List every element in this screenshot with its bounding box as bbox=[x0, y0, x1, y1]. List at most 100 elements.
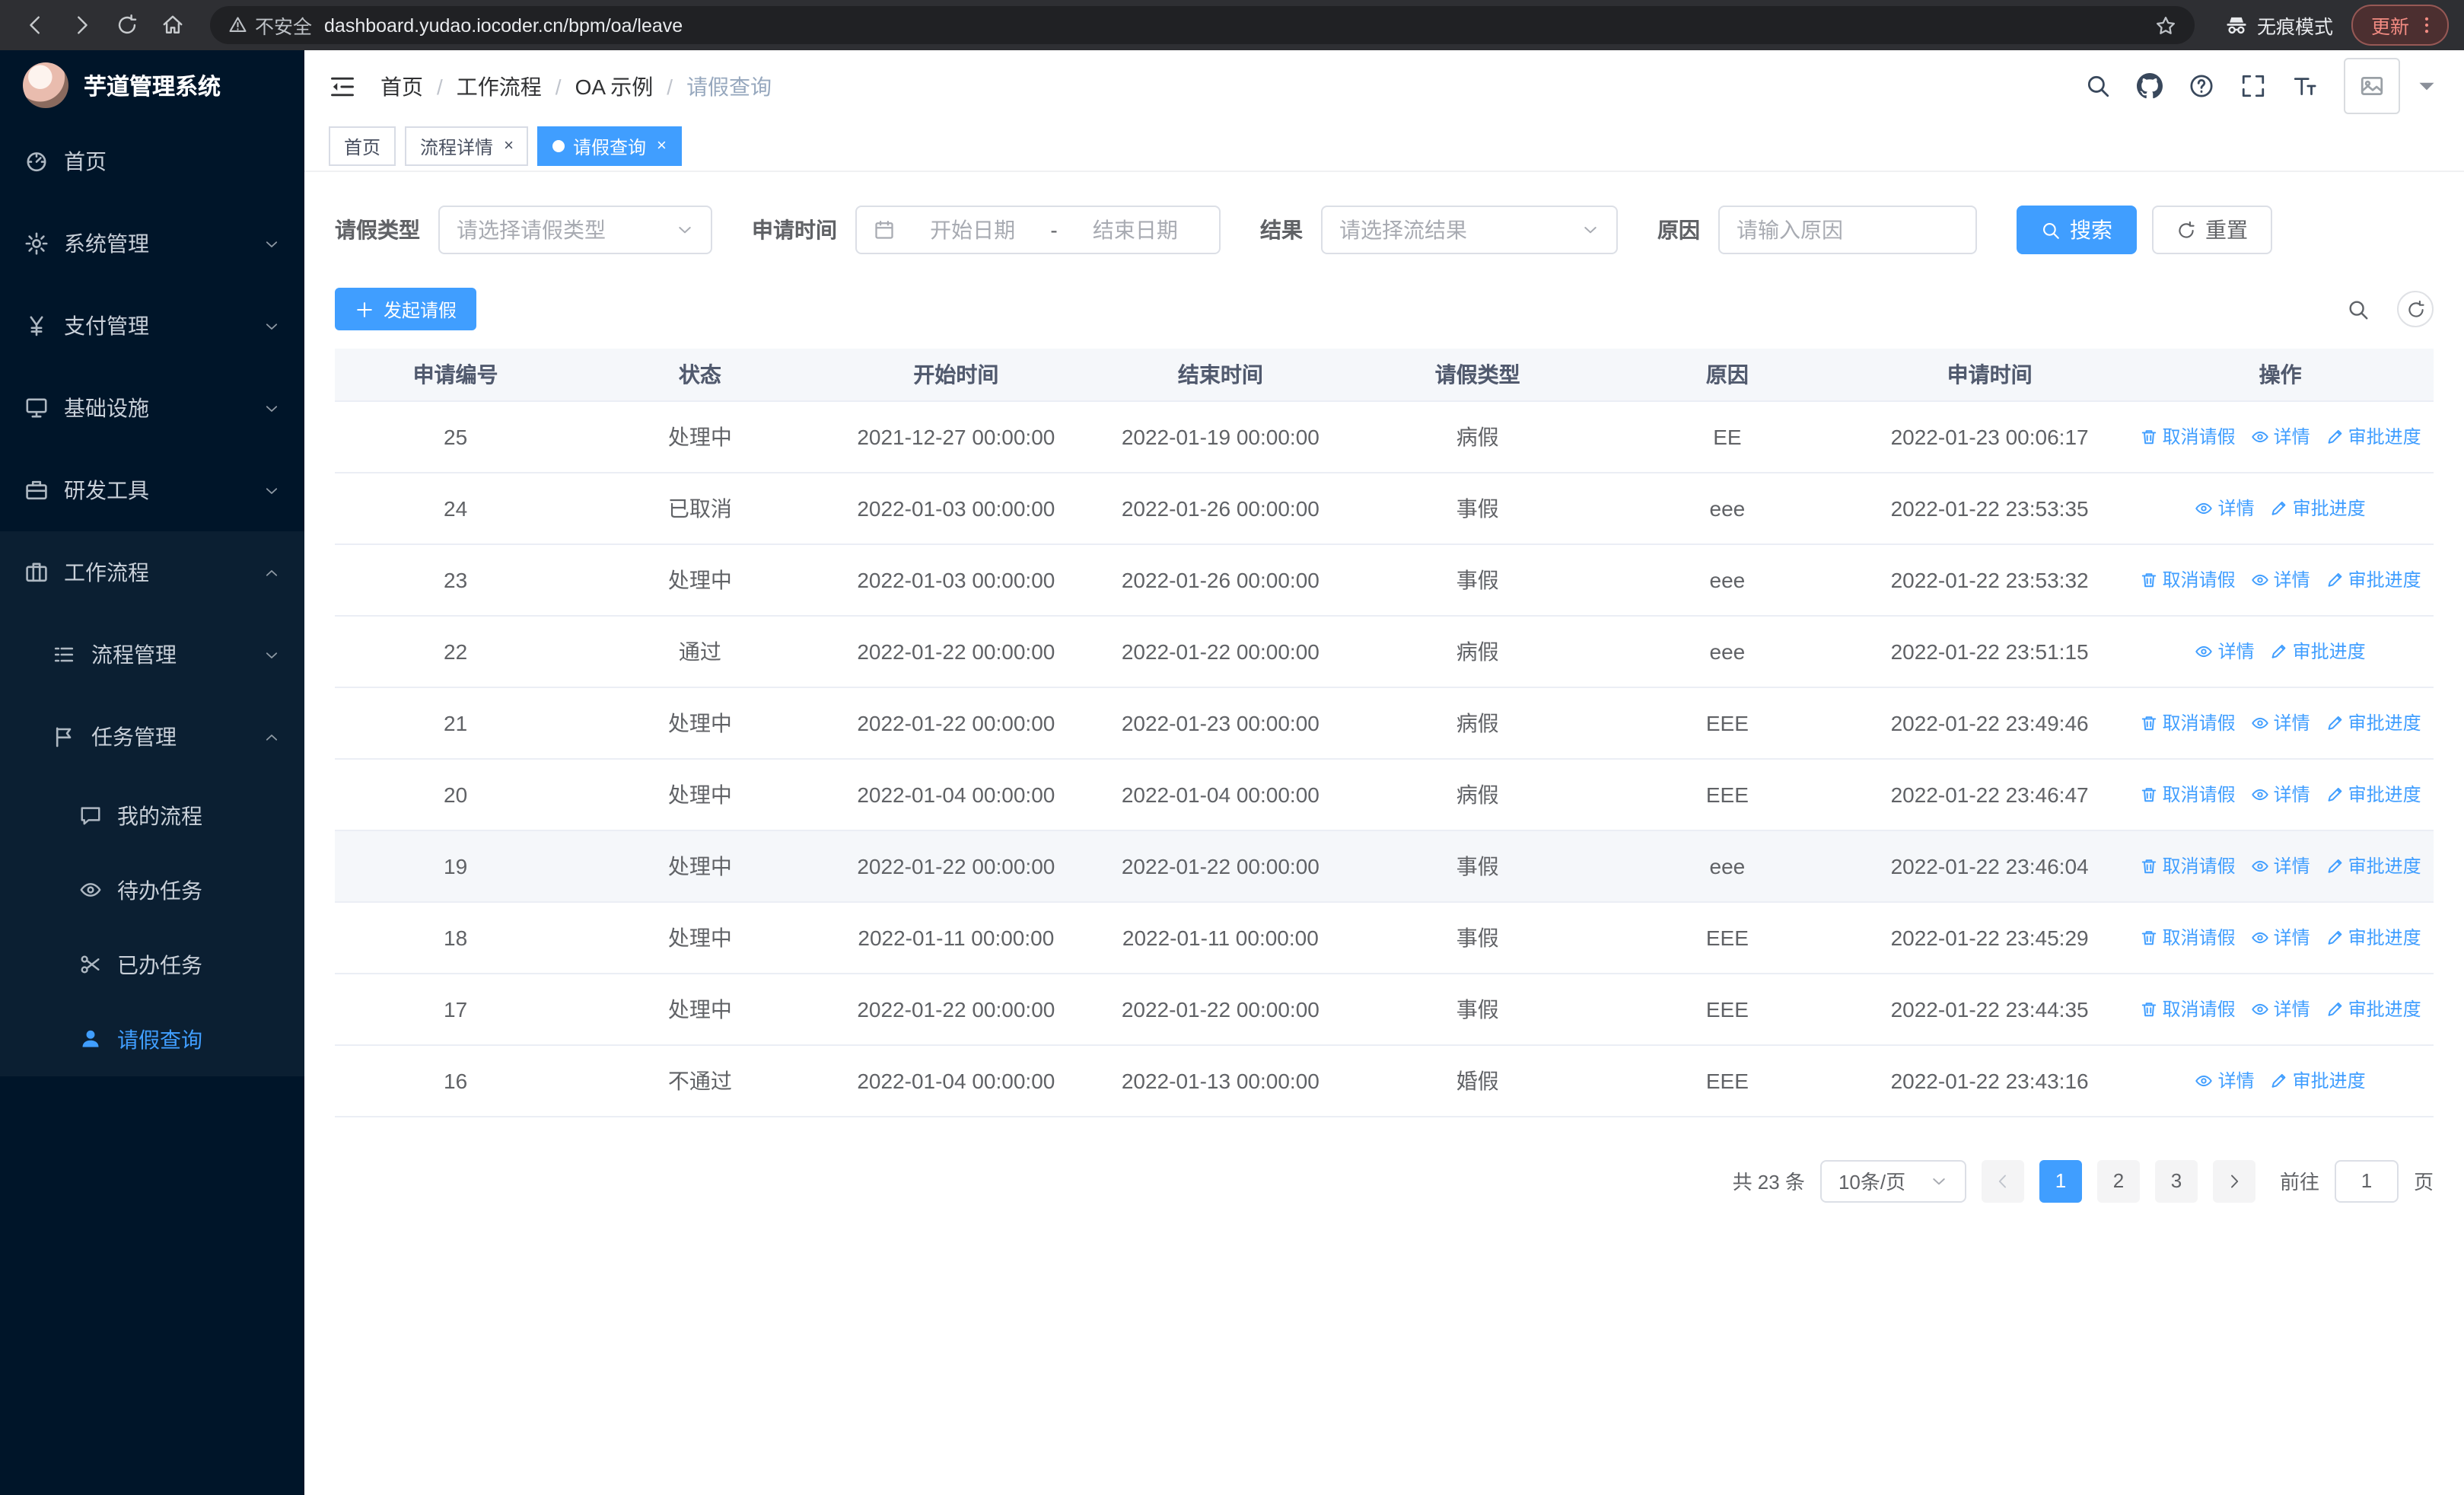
refresh-icon[interactable] bbox=[107, 5, 146, 45]
sidebar-item[interactable]: 系统管理 bbox=[0, 202, 304, 285]
breadcrumb-item[interactable]: 首页 bbox=[380, 71, 423, 101]
page-size-select[interactable]: 10条/页 bbox=[1819, 1159, 1966, 1202]
next-page-button[interactable] bbox=[2212, 1159, 2255, 1202]
cell-reason: eee bbox=[1602, 615, 1852, 687]
sidebar-subitem[interactable]: 流程管理 bbox=[0, 614, 304, 696]
cell-apply-time: 2022-01-22 23:44:35 bbox=[1851, 973, 2128, 1045]
tab[interactable]: 流程详情 × bbox=[405, 126, 529, 166]
detail-button[interactable]: 详情 bbox=[2251, 996, 2310, 1022]
table-body: 25 处理中 2021-12-27 00:00:00 2022-01-19 00:00… bbox=[335, 400, 2434, 1117]
cancel-leave-button[interactable]: 取消请假 bbox=[2140, 566, 2236, 592]
sidebar-item-label: 系统管理 bbox=[64, 231, 149, 256]
approval-progress-button[interactable]: 审批进度 bbox=[2326, 566, 2421, 592]
action-label: 详情 bbox=[2273, 784, 2310, 805]
cell-start-time: 2022-01-11 00:00:00 bbox=[823, 901, 1089, 974]
cell-end-time: 2022-01-22 00:00:00 bbox=[1088, 973, 1353, 1045]
tab[interactable]: 请假查询 × bbox=[537, 126, 682, 166]
help-icon[interactable] bbox=[2189, 73, 2214, 99]
reason-input[interactable]: 请输入原因 bbox=[1718, 206, 1977, 254]
detail-button[interactable]: 详情 bbox=[2251, 781, 2310, 807]
sidebar-leaf-item[interactable]: 我的流程 bbox=[0, 778, 304, 853]
detail-button[interactable]: 详情 bbox=[2251, 566, 2310, 592]
tab[interactable]: 首页 bbox=[329, 126, 396, 166]
sidebar-item-label: 研发工具 bbox=[64, 478, 149, 502]
process-icon bbox=[52, 642, 76, 667]
cancel-leave-button[interactable]: 取消请假 bbox=[2140, 709, 2236, 735]
detail-button[interactable]: 详情 bbox=[2195, 495, 2255, 521]
approval-progress-button[interactable]: 审批进度 bbox=[2326, 423, 2421, 449]
search-icon[interactable] bbox=[2085, 73, 2111, 99]
detail-button[interactable]: 详情 bbox=[2195, 638, 2255, 664]
detail-button[interactable]: 详情 bbox=[2195, 1067, 2255, 1093]
github-icon[interactable] bbox=[2137, 73, 2163, 99]
sidebar-leaf-item[interactable]: 请假查询 bbox=[0, 1002, 304, 1076]
approval-progress-button[interactable]: 审批进度 bbox=[2270, 495, 2366, 521]
home-icon[interactable] bbox=[152, 5, 192, 45]
app-logo[interactable]: 芋道管理系统 bbox=[0, 50, 304, 120]
fullscreen-icon[interactable] bbox=[2240, 73, 2266, 99]
forward-icon[interactable] bbox=[61, 5, 100, 45]
cancel-leave-button[interactable]: 取消请假 bbox=[2140, 924, 2236, 950]
cell-actions: 取消请假 详情 审批进度 bbox=[2127, 543, 2434, 616]
approval-progress-button[interactable]: 审批进度 bbox=[2270, 1067, 2366, 1093]
approval-progress-button[interactable]: 审批进度 bbox=[2326, 781, 2421, 807]
browser-update-button[interactable]: 更新 bbox=[2351, 5, 2449, 46]
workflow-icon bbox=[24, 560, 49, 585]
result-select[interactable]: 请选择流结果 bbox=[1321, 206, 1618, 254]
bookmark-star-icon[interactable] bbox=[2155, 14, 2176, 36]
prev-page-button[interactable] bbox=[1981, 1159, 2024, 1202]
sidebar-leaf-item[interactable]: 已办任务 bbox=[0, 927, 304, 1002]
reset-button[interactable]: 重置 bbox=[2152, 206, 2272, 254]
detail-button[interactable]: 详情 bbox=[2251, 709, 2310, 735]
collapse-menu-icon[interactable] bbox=[329, 72, 356, 100]
cancel-leave-button[interactable]: 取消请假 bbox=[2140, 996, 2236, 1022]
breadcrumb-separator: / bbox=[667, 74, 673, 98]
page-number-button[interactable]: 3 bbox=[2154, 1159, 2198, 1202]
breadcrumb-item[interactable]: 工作流程 bbox=[457, 71, 542, 101]
sidebar-item[interactable]: 首页 bbox=[0, 120, 304, 202]
approval-progress-button[interactable]: 审批进度 bbox=[2270, 638, 2366, 664]
sidebar-item[interactable]: 基础设施 bbox=[0, 367, 304, 449]
fontsize-icon[interactable] bbox=[2292, 73, 2318, 99]
create-leave-button[interactable]: 发起请假 bbox=[335, 288, 477, 330]
sidebar-item[interactable]: 工作流程 bbox=[0, 531, 304, 614]
back-icon[interactable] bbox=[15, 5, 55, 45]
detail-button[interactable]: 详情 bbox=[2251, 423, 2310, 449]
sidebar: 芋道管理系统 首页系统管理支付管理 基础设施研发工具工作流程 流程管理 任务管理 我的流… bbox=[0, 50, 304, 1495]
sidebar-item[interactable]: 研发工具 bbox=[0, 449, 304, 531]
leave-type-select[interactable]: 请选择请假类型 bbox=[438, 206, 712, 254]
column-header: 申请编号 bbox=[335, 349, 577, 401]
toggle-search-icon[interactable] bbox=[2339, 291, 2376, 327]
approval-progress-button[interactable]: 审批进度 bbox=[2326, 853, 2421, 878]
close-icon[interactable]: × bbox=[657, 137, 667, 155]
approval-progress-button[interactable]: 审批进度 bbox=[2326, 924, 2421, 950]
approval-progress-button[interactable]: 审批进度 bbox=[2326, 996, 2421, 1022]
sidebar-item-label: 已办任务 bbox=[117, 952, 202, 977]
sidebar-item[interactable]: 支付管理 bbox=[0, 285, 304, 367]
page-number-button[interactable]: 1 bbox=[2039, 1159, 2082, 1202]
close-icon[interactable]: × bbox=[504, 137, 514, 155]
refresh-table-icon[interactable] bbox=[2397, 291, 2434, 327]
avatar[interactable] bbox=[2344, 58, 2400, 114]
chevron-down-icon bbox=[676, 221, 694, 239]
security-chip[interactable]: 不安全 bbox=[228, 11, 312, 40]
detail-button[interactable]: 详情 bbox=[2251, 924, 2310, 950]
result-placeholder: 请选择流结果 bbox=[1339, 218, 1467, 242]
sidebar-leaf-item[interactable]: 待办任务 bbox=[0, 853, 304, 927]
cell-apply-no: 23 bbox=[335, 543, 577, 616]
cancel-leave-button[interactable]: 取消请假 bbox=[2140, 853, 2236, 878]
breadcrumb-item[interactable]: OA 示例 bbox=[575, 71, 654, 101]
address-bar[interactable]: 不安全 dashboard.yudao.iocoder.cn/bpm/oa/le… bbox=[210, 6, 2195, 44]
delete-icon bbox=[2140, 999, 2158, 1018]
page-number-button[interactable]: 2 bbox=[2096, 1159, 2140, 1202]
approval-progress-button[interactable]: 审批进度 bbox=[2326, 709, 2421, 735]
search-button[interactable]: 搜索 bbox=[2017, 206, 2137, 254]
detail-button[interactable]: 详情 bbox=[2251, 853, 2310, 878]
sidebar-subitem[interactable]: 任务管理 bbox=[0, 696, 304, 778]
goto-page-input[interactable] bbox=[2334, 1159, 2399, 1202]
caret-down-icon[interactable] bbox=[2414, 73, 2440, 99]
cancel-leave-button[interactable]: 取消请假 bbox=[2140, 781, 2236, 807]
apply-time-range-picker[interactable]: 开始日期 - 结束日期 bbox=[855, 206, 1221, 254]
top-navbar: 首页 / 工作流程 / OA 示例 / 请假查询 bbox=[304, 50, 2464, 122]
cancel-leave-button[interactable]: 取消请假 bbox=[2140, 423, 2236, 449]
